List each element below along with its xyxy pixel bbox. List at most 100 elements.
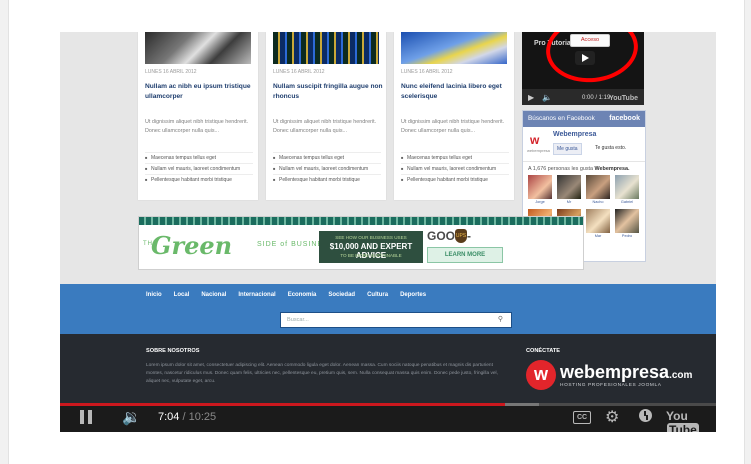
pause-icon[interactable] [80,410,92,424]
webempresa-logo-subtitle: webempresa [527,148,550,153]
post-card[interactable]: LUNES 16 ABRIL 2012 Nunc eleifend lacini… [394,32,514,200]
banner-awning [139,217,583,225]
list-item[interactable]: Maecenas tempus tellus eget [401,152,509,163]
post-date: LUNES 16 ABRIL 2012 [145,69,197,75]
fan-name[interactable]: Mr [557,200,581,204]
avatar[interactable] [615,209,639,233]
list-item[interactable]: Pellentesque habitant morbi tristique [145,174,253,185]
list-item[interactable]: Nullam vel mauris, laoreet condimentum [273,163,381,174]
facebook-page-row: w webempresa Webempresa Me gusta Te gust… [523,127,645,162]
time-separator: / [182,411,186,423]
banner-advice-line: TO BE MORE SUSTAINABLE [340,253,402,258]
post-thumbnail[interactable] [273,32,379,64]
search-icon[interactable]: ⚲ [498,313,503,327]
embedded-controls: ▶ 🔈 0:00 / 1:19 YouTube [522,89,644,105]
facebook-header: Búscanos en Facebook facebook [523,111,645,127]
nav-item-deportes[interactable]: Deportes [400,288,426,302]
webempresa-logo-icon[interactable]: w [530,133,548,147]
banner-advice-box: SEE HOW OUR BUSINESS USES $10,000 AND EX… [319,231,423,263]
logo-com: .com [669,370,693,381]
like-button[interactable]: Me gusta [553,143,582,155]
post-thumbnail[interactable] [145,32,251,64]
ups-logo-icon: UPS [455,229,467,243]
nav-item-sociedad[interactable]: Sociedad [328,288,355,302]
green-business-banner[interactable]: THE Green SIDE of BUSINESS SEE HOW OUR B… [138,216,584,270]
post-date: LUNES 16 ABRIL 2012 [273,69,325,75]
post-date: LUNES 16 ABRIL 2012 [401,69,453,75]
about-text: Lorem ipsum dolor sit amet, consectetuer… [146,363,498,384]
facebook-brand: facebook [609,115,640,122]
clock-icon[interactable] [639,409,652,422]
fan-name[interactable]: Pedro [615,234,639,238]
avatar[interactable] [586,209,610,233]
cc-icon[interactable]: CC [573,411,591,424]
search-input[interactable]: Buscar... ⚲ [280,312,512,328]
facebook-page-name[interactable]: Webempresa [553,131,596,138]
post-title[interactable]: Nunc eleifend lacinia libero eget sceler… [401,82,511,102]
volume-icon[interactable]: 🔈 [542,93,552,102]
site-footer: SOBRE NOSOTROS Lorem ipsum dolor sit ame… [60,334,716,404]
webempresa-logo-icon[interactable]: w [526,360,556,390]
banner-green: Green [151,231,233,260]
site-navigation: Inicio Local Nacional Internacional Econ… [60,284,716,334]
avatar[interactable] [586,175,610,199]
post-title[interactable]: Nullam ac nibh eu ipsum tristique ullamc… [145,82,255,102]
list-item[interactable]: Pellentesque habitant morbi tristique [273,174,381,185]
fan-name[interactable]: Jorge [528,200,552,204]
nav-menu: Inicio Local Nacional Internacional Econ… [146,288,426,302]
current-time: 7:04 [158,411,180,423]
post-card[interactable]: LUNES 16 ABRIL 2012 Nullam suscipit frin… [266,32,386,200]
nav-item-nacional[interactable]: Nacional [201,288,226,302]
list-item[interactable]: Nullam vel mauris, laoreet condimentum [145,163,253,174]
facebook-like-count: A 1,676 personas les gusta Webempresa. [523,162,645,175]
post-card[interactable]: LUNES 16 ABRIL 2012 Nullam ac nibh eu ip… [138,32,258,200]
nav-item-economia[interactable]: Economía [288,288,317,302]
youtube-logo-icon[interactable]: YouTube [666,409,716,432]
volume-icon[interactable]: 🔉 [122,408,141,426]
avatar[interactable] [615,175,639,199]
nav-item-internacional[interactable]: Internacional [238,288,275,302]
learn-more-button[interactable]: LEARN MORE [427,247,503,263]
about-title: SOBRE NOSOTROS [146,348,200,354]
fan-name[interactable]: Gabriel [615,200,639,204]
nav-item-cultura[interactable]: Cultura [367,288,388,302]
progress-played [60,403,505,406]
post-excerpt: Ut dignissim aliquet nibh tristique hend… [145,119,249,134]
webempresa-tagline: HOSTING PROFESIONALES JOOMLA [560,383,662,388]
fan-name[interactable]: Nacho [586,200,610,204]
nav-item-local[interactable]: Local [174,288,190,302]
likes-you-text: Te gusta esto. [595,145,627,151]
banner-advice-line: SEE HOW OUR BUSINESS USES [335,235,407,240]
time-display: 7:04 / 10:25 [158,411,216,423]
gear-icon[interactable]: ⚙ [605,407,619,427]
nav-item-inicio[interactable]: Inicio [146,288,162,302]
post-list: Maecenas tempus tellus eget Nullam vel m… [401,152,509,185]
list-item[interactable]: Pellentesque habitant morbi tristique [401,174,509,185]
play-icon[interactable]: ▶ [528,93,534,102]
search-placeholder: Buscar... [287,317,309,323]
logo-text: webempresa [560,362,670,382]
facebook-header-title: Búscanos en Facebook [528,115,595,122]
post-list: Maecenas tempus tellus eget Nullam vel m… [273,152,381,185]
youtube-logo-icon[interactable]: YouTube [609,95,638,102]
list-item[interactable]: Maecenas tempus tellus eget [273,152,381,163]
list-item[interactable]: Maecenas tempus tellus eget [145,152,253,163]
post-list: Maecenas tempus tellus eget Nullam vel m… [145,152,253,185]
post-thumbnail[interactable] [401,32,507,64]
video-player[interactable]: LUNES 16 ABRIL 2012 Nullam ac nibh eu ip… [60,32,716,432]
avatar[interactable] [528,175,552,199]
post-excerpt: Ut dignissim aliquet nibh tristique hend… [273,119,377,134]
fan-name[interactable]: Mar [586,234,610,238]
website-screenshot-top: LUNES 16 ABRIL 2012 Nullam ac nibh eu ip… [60,32,716,284]
embedded-time: 0:00 / 1:19 [582,95,611,101]
avatar[interactable] [557,175,581,199]
video-controls: 🔉 7:04 / 10:25 CC ⚙ YouTube [60,403,716,432]
like-count-page: Webempresa. [594,166,630,172]
post-excerpt: Ut dignissim aliquet nibh tristique hend… [401,119,505,134]
like-count-text: A 1,676 personas les gusta [528,166,594,172]
post-title[interactable]: Nullam suscipit fringilla augue non rhon… [273,82,383,102]
connect-title: CONÉCTATE [526,348,560,354]
webempresa-logo-text[interactable]: webempresa.com [560,362,692,383]
list-item[interactable]: Nullam vel mauris, laoreet condimentum [401,163,509,174]
progress-bar[interactable] [60,403,716,406]
